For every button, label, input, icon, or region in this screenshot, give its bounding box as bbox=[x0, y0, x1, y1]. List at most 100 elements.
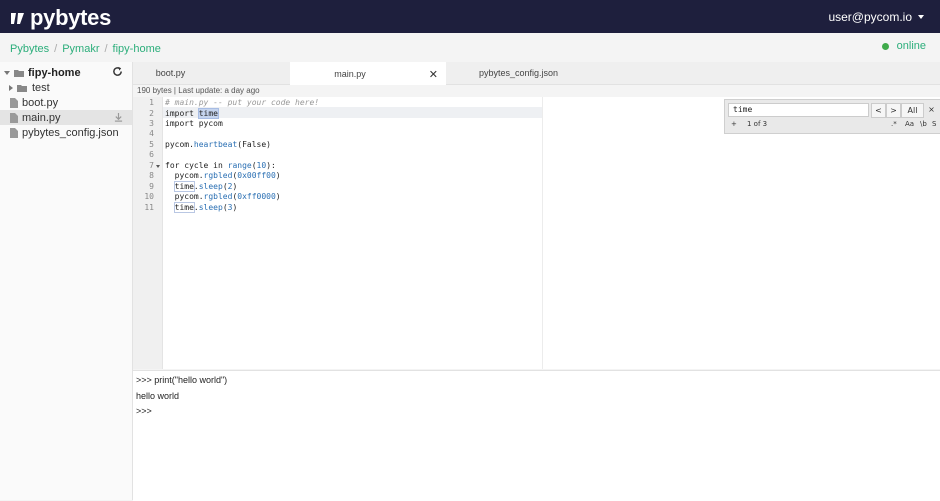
regex-toggle[interactable]: .* bbox=[891, 120, 897, 128]
top-navbar: pybytes user@pycom.io bbox=[0, 0, 940, 33]
code-line: pycom.heartbeat(False) bbox=[165, 140, 271, 149]
tree-item-main-py[interactable]: main.py bbox=[0, 110, 132, 125]
case-sensitive-toggle[interactable]: Aa bbox=[905, 120, 914, 128]
line-number: 5 bbox=[149, 140, 154, 149]
code-token: 10 bbox=[256, 161, 267, 170]
chevron-down-icon bbox=[918, 15, 924, 19]
file-icon bbox=[10, 97, 18, 108]
tab-label: boot.py bbox=[155, 68, 186, 78]
tab-boot-py[interactable]: boot.py bbox=[133, 62, 208, 84]
tree-item-label: test bbox=[32, 81, 50, 94]
code-line: import time bbox=[165, 108, 219, 119]
user-email: user@pycom.io bbox=[828, 10, 912, 24]
code-token: for cycle in bbox=[165, 161, 228, 170]
file-info: 190 bytes | Last update: a day ago bbox=[137, 86, 260, 95]
tab-label: main.py bbox=[334, 68, 366, 79]
tree-item-label: boot.py bbox=[22, 96, 59, 109]
file-tree-sidebar: fipy-home test boot.py main.py pybytes_c… bbox=[0, 62, 133, 500]
console-line: hello world bbox=[136, 391, 180, 401]
tab-pybytes-config-json[interactable]: pybytes_config.json bbox=[446, 62, 615, 84]
code-token: rgbled bbox=[203, 192, 233, 201]
line-number: 6 bbox=[149, 150, 154, 159]
tree-item-label: pybytes_config.json bbox=[22, 126, 119, 139]
whole-word-toggle[interactable]: \b bbox=[920, 120, 927, 128]
code-line: time.sleep(2) bbox=[165, 181, 238, 192]
print-margin bbox=[542, 97, 543, 369]
console-line: >>> print("hello world") bbox=[136, 375, 228, 385]
chevron-down-icon[interactable] bbox=[4, 70, 10, 75]
code-editor[interactable]: 1 2 3 4 5 6 7 8 9 10 11 # main.py -- put… bbox=[133, 97, 940, 369]
tree-item-pybytes-config-json[interactable]: pybytes_config.json bbox=[0, 125, 132, 140]
tab-main-py[interactable]: main.py ✕ bbox=[290, 62, 446, 85]
breadcrumb-separator: / bbox=[54, 43, 58, 55]
search-match: time bbox=[173, 202, 195, 213]
fold-arrow-icon[interactable] bbox=[156, 165, 160, 168]
folder-icon bbox=[17, 84, 27, 92]
code-line: for cycle in range(10): bbox=[165, 161, 276, 170]
code-token: range bbox=[227, 161, 252, 170]
search-match: time bbox=[173, 181, 195, 192]
line-number: 2 bbox=[149, 109, 154, 118]
breadcrumb-device[interactable]: fipy-home bbox=[113, 43, 161, 55]
breadcrumb-pymakr[interactable]: Pymakr bbox=[62, 43, 99, 55]
close-icon[interactable]: × bbox=[925, 103, 938, 116]
find-prev-button[interactable]: < bbox=[871, 103, 886, 118]
console-prompt[interactable]: >>> bbox=[136, 406, 152, 416]
code-comment: # main.py -- put your code here! bbox=[165, 98, 320, 107]
download-icon[interactable] bbox=[114, 113, 123, 122]
line-number: 11 bbox=[144, 203, 154, 212]
code-line: time.sleep(3) bbox=[165, 202, 238, 213]
code-token: heartbeat bbox=[193, 140, 238, 149]
match-counter: 1 of 3 bbox=[747, 120, 768, 128]
line-number: 7 bbox=[149, 161, 154, 170]
code-token: pycom. bbox=[165, 140, 194, 149]
code-line: import pycom bbox=[165, 119, 223, 128]
code-token: (False) bbox=[237, 140, 271, 149]
refresh-icon[interactable] bbox=[112, 66, 123, 77]
code-token: import bbox=[165, 109, 199, 118]
chevron-right-icon[interactable] bbox=[9, 84, 13, 91]
folder-icon bbox=[14, 69, 24, 77]
code-line: pycom.rgbled(0x00ff00) bbox=[165, 171, 281, 180]
code-token: ): bbox=[266, 161, 276, 170]
find-next-button[interactable]: > bbox=[886, 103, 901, 118]
code-token: 0xff0000 bbox=[237, 192, 276, 201]
code-token: rgbled bbox=[203, 171, 233, 180]
code-token: ) bbox=[275, 171, 281, 180]
line-number-gutter: 1 2 3 4 5 6 7 8 9 10 11 bbox=[133, 97, 163, 369]
repl-console[interactable]: >>> print("hello world") hello world >>> bbox=[133, 370, 940, 501]
line-number: 4 bbox=[149, 129, 154, 138]
file-icon bbox=[10, 112, 18, 123]
find-panel: time < > All × + 1 of 3 .* Aa \b S bbox=[724, 99, 940, 134]
tree-item-label: main.py bbox=[22, 111, 61, 124]
search-in-selection-toggle[interactable]: S bbox=[932, 120, 936, 128]
tree-root-fipy-home[interactable]: fipy-home bbox=[0, 65, 132, 80]
editor-tabs: boot.py main.py ✕ pybytes_config.json bbox=[133, 62, 940, 85]
line-number: 1 bbox=[149, 98, 154, 107]
toggle-replace-button[interactable]: + bbox=[731, 120, 737, 128]
code-token: sleep bbox=[198, 182, 223, 191]
breadcrumb: Pybytes / Pymakr / fipy-home bbox=[10, 43, 161, 55]
tree-item-test[interactable]: test bbox=[0, 80, 132, 95]
code-token: ) bbox=[232, 182, 238, 191]
tree-item-boot-py[interactable]: boot.py bbox=[0, 95, 132, 110]
breadcrumb-separator: / bbox=[104, 43, 108, 55]
tree-root-label: fipy-home bbox=[28, 66, 81, 79]
pybytes-logo[interactable]: pybytes bbox=[10, 5, 111, 31]
user-menu[interactable]: user@pycom.io bbox=[828, 10, 924, 24]
close-icon[interactable]: ✕ bbox=[429, 68, 438, 81]
search-input[interactable]: time bbox=[728, 103, 869, 117]
code-token: ) bbox=[232, 203, 238, 212]
brand-name: pybytes bbox=[30, 5, 112, 30]
breadcrumb-pybytes[interactable]: Pybytes bbox=[10, 43, 49, 55]
find-all-button[interactable]: All bbox=[901, 103, 924, 118]
code-line: pycom.rgbled(0xff0000) bbox=[165, 192, 281, 201]
code-token: pycom. bbox=[165, 192, 204, 201]
code-token: pycom. bbox=[165, 171, 204, 180]
code-token: 0x00ff00 bbox=[237, 171, 276, 180]
code-token: ) bbox=[275, 192, 281, 201]
line-number: 8 bbox=[149, 171, 154, 180]
file-icon bbox=[10, 127, 18, 138]
